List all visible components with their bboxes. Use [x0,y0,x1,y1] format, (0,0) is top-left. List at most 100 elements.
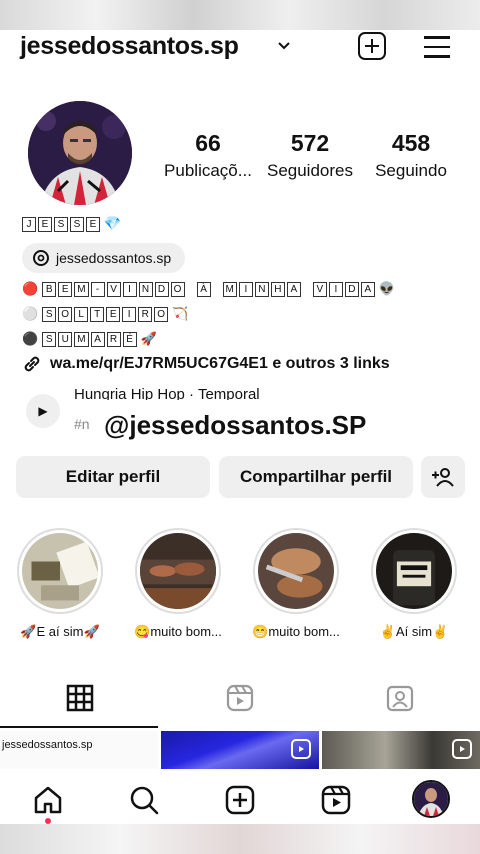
grid-post-2[interactable] [161,731,319,769]
bio-line-2-char: I [122,306,137,322]
grid-icon[interactable] [66,684,94,712]
alien-icon: 👽 [378,281,396,296]
following-count: 458 [391,130,431,156]
bio-line-3-char: A [90,331,105,347]
bio-line-1-char: E [58,281,73,297]
bio-line-1-char: A [286,281,301,297]
bio-line-1-char [303,282,311,297]
bio-line-3-char: R [106,331,121,347]
bio-line-1-char: N [254,281,269,297]
followers-count: 572 [290,130,330,156]
bio-line-1-char: M [222,281,237,297]
music-title: Hungria Hip Hop · Temporal [74,386,260,400]
bottom-nav [0,774,480,824]
bio-line-1-char: H [270,281,285,297]
bio-line-2: ⚪ SOLTEIRO 🏹 [22,306,188,322]
bio-line-1-char: O [170,281,185,297]
bio-line-2-char: T [90,306,105,322]
bio-line-3-char: U [58,331,73,347]
share-profile-button[interactable]: Compartilhar perfil [219,456,413,498]
bio-line-1-char: I [328,281,343,297]
bio-line-1-char: I [122,281,137,297]
bio-line-3-char: É [122,331,137,347]
story-highlight-1[interactable]: 🚀E aí sim🚀 [14,528,106,640]
bio-line-2-char: E [106,306,121,322]
bio-line-2-char: S [42,306,57,322]
story-highlight-2[interactable]: 😋muito bom... [132,528,224,640]
story-label-2: 😋muito bom... [134,624,222,639]
bio-line-1-char: V [312,281,327,297]
name-boxed-text: JESSE [22,217,100,233]
name-char: J [22,217,36,233]
bio-line-3: ⚫ SUMARÉ 🚀 [22,331,157,347]
rocket-icon: 🚀 [140,331,157,346]
name-char: E [86,217,100,233]
bio-line-1-char: I [238,281,253,297]
play-icon[interactable]: ▶ [26,394,60,428]
story-label-1: 🚀E aí sim🚀 [20,624,100,639]
profile-nav-avatar[interactable] [412,780,450,818]
followers-label: Seguidores [266,161,353,180]
name-char: E [38,217,52,233]
white-ball-icon: ⚪ [22,306,39,321]
search-icon[interactable] [128,784,160,816]
top-blur-band [0,0,480,30]
threads-handle: jessedossantos.sp [56,250,172,266]
story-label-3: 😁muito bom... [252,624,340,639]
story-thumb-2 [140,533,216,609]
bio-line-1-char: À [196,281,211,297]
story-highlight-3[interactable]: 😁muito bom... [250,528,342,640]
profile-name: JESSE 💎 [22,215,121,233]
following-label: Seguindo [375,161,447,180]
bio-line-2-char: R [138,306,153,322]
bio-line-1-char [213,282,221,297]
menu-icon[interactable] [424,36,450,65]
active-tab-indicator [0,726,158,728]
tagged-icon[interactable] [386,684,414,712]
bio-line-3-text: SUMARÉ [42,331,137,347]
bio-line-1-char: A [360,281,375,297]
bio-line-1: 🔴 BEM-VINDO À MINHA VIDA 👽 [22,281,395,297]
story-label-4: ✌️Aí sim✌️ [379,624,449,639]
bio-line-3-char: S [42,331,57,347]
story-thumb-3 [258,533,334,609]
reel-badge-icon [291,739,311,759]
red-ball-icon: 🔴 [22,281,39,296]
bio-line-2-char: L [74,306,89,322]
grid-post-3[interactable] [322,731,480,769]
chevron-down-icon[interactable] [276,38,292,54]
bio-line-1-char: M [74,281,89,297]
link-text: wa.me/qr/EJ7RM5UC67G4E1 e outros 3 links [50,355,390,372]
bio-line-1-char: D [154,281,169,297]
threads-badge[interactable]: jessedossantos.sp [22,243,186,273]
bio-line-3-char: M [74,331,89,347]
grid-post-1-caption: jessedossantos.sp [2,739,93,751]
create-icon[interactable] [224,784,256,816]
reels-icon[interactable] [226,684,254,712]
story-thumb-1 [22,533,100,609]
bio-line-1-char: B [42,281,57,297]
music-subtitle: #n [74,416,90,432]
bottom-blur-band [0,824,480,854]
bio-line-2-text: SOLTEIRO [42,306,169,322]
posts-stat[interactable]: 66 Publicaçõ... [160,130,256,181]
home-icon[interactable] [32,784,64,816]
profile-link[interactable]: wa.me/qr/EJ7RM5UC67G4E1 e outros 3 links [22,354,390,374]
grid-post-1[interactable]: jessedossantos.sp [0,731,158,769]
followers-stat[interactable]: 572 Seguidores [262,130,358,181]
bio-line-1-text: BEM-VINDO À MINHA VIDA [42,281,375,297]
posts-label: Publicaçõ... [164,161,252,180]
edit-profile-button[interactable]: Editar perfil [16,456,210,498]
username-title[interactable]: jessedossantos.sp [20,32,239,61]
story-highlight-4[interactable]: ✌️Aí sim✌️ [368,528,460,640]
bow-icon: 🏹 [172,306,189,321]
reel-badge-icon [452,739,472,759]
profile-avatar[interactable] [28,101,132,205]
following-stat[interactable]: 458 Seguindo [366,130,456,181]
name-char: S [70,217,84,233]
add-person-icon [432,468,454,487]
new-post-icon[interactable] [358,32,386,60]
bio-line-1-char: N [138,281,153,297]
add-person-button[interactable] [421,456,465,498]
reels-nav-icon[interactable] [320,784,352,816]
